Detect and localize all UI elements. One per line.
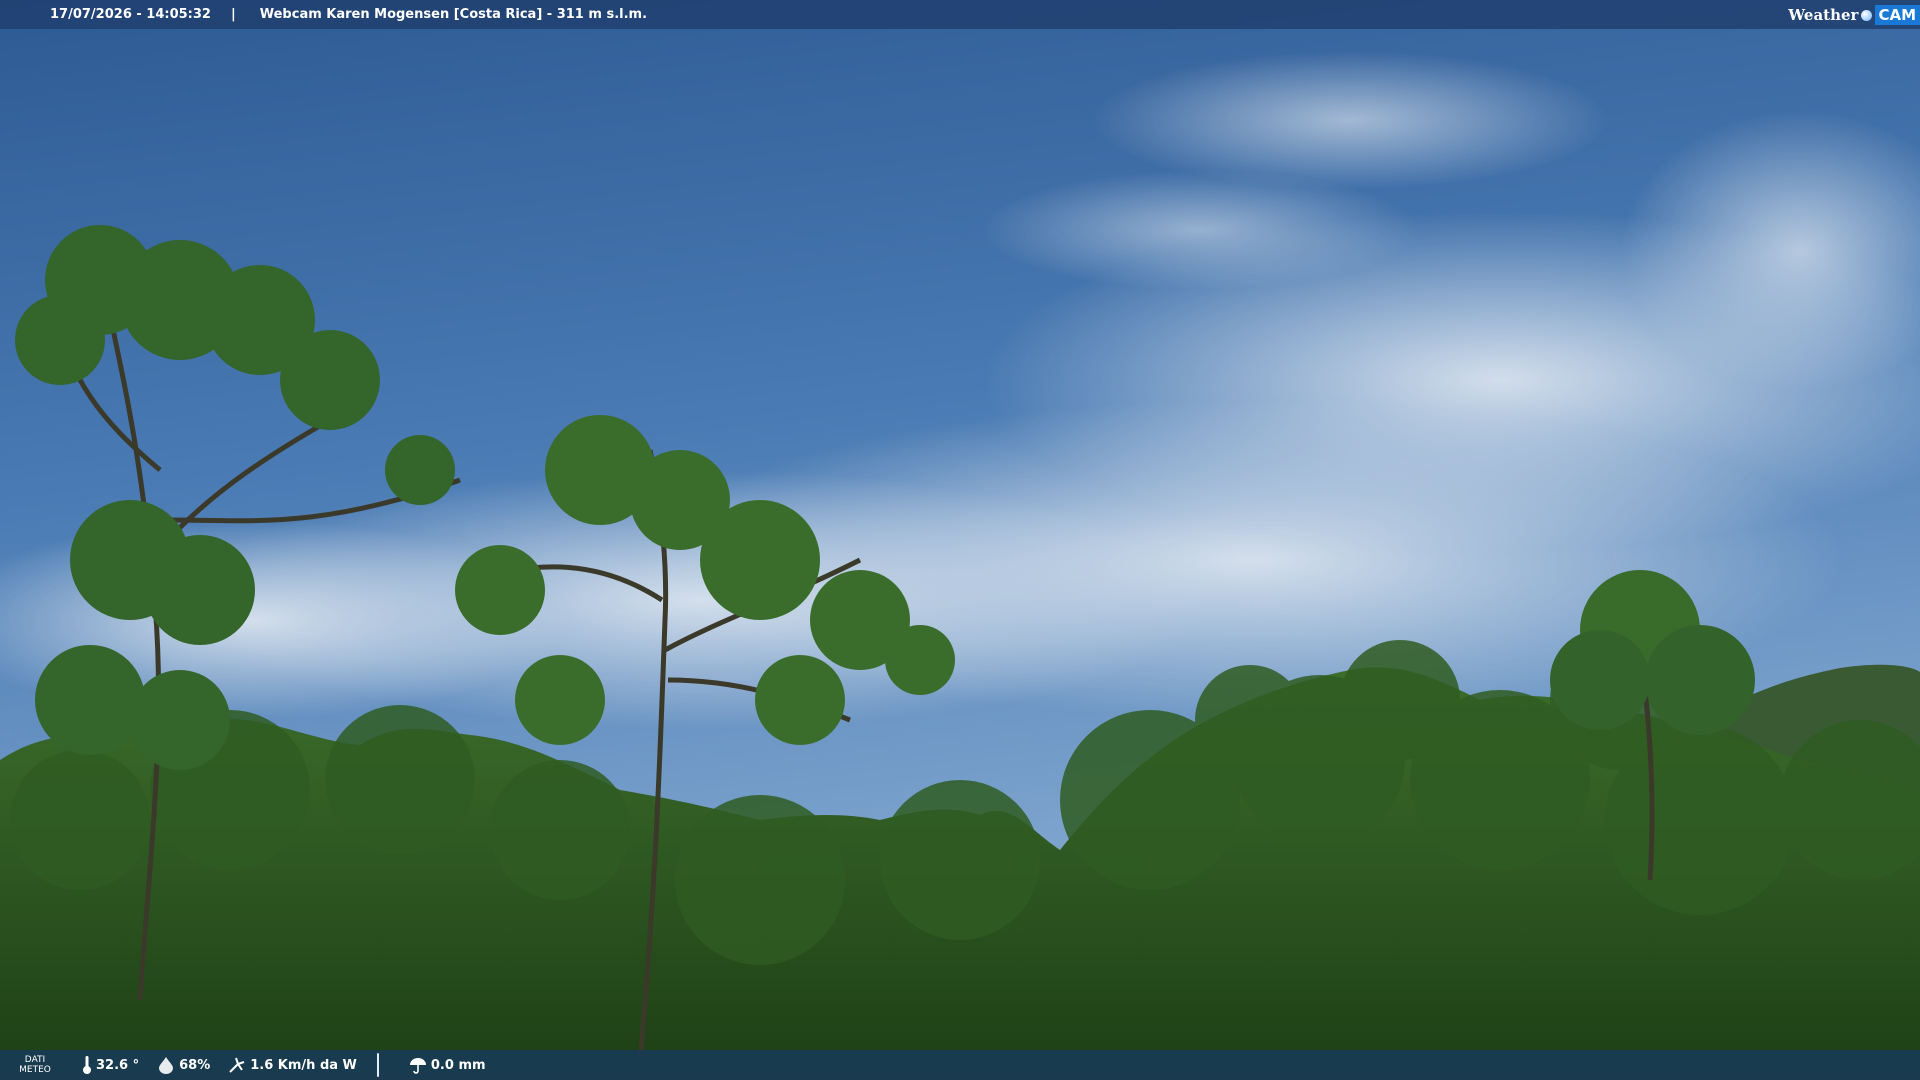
webcam-location: Webcam Karen Mogensen [Costa Rica] - 311…	[259, 7, 648, 22]
temperature-reading: 32.6 °	[82, 1055, 139, 1075]
separator: |	[230, 7, 236, 22]
rain-reading: 0.0 mm	[409, 1056, 486, 1074]
rain-icon	[409, 1058, 426, 1074]
temperature-value: 32.6 °	[96, 1057, 140, 1073]
brand-dot-icon	[1861, 9, 1873, 21]
wind-icon	[229, 1057, 245, 1073]
divider	[376, 1053, 379, 1077]
wind-value: 1.6 Km/h da W	[250, 1057, 357, 1073]
timestamp: 17/07/2026 - 14:05:32	[50, 7, 211, 22]
brand-weather-text: Weather	[1788, 6, 1859, 24]
landscape-svg	[0, 0, 1920, 1080]
rain-value: 0.0 mm	[430, 1057, 486, 1073]
weathercam-logo: Weather CAM	[1788, 3, 1920, 27]
label-line1: DATI	[24, 1055, 46, 1065]
label-line2: METEO	[19, 1065, 51, 1075]
thermometer-icon	[83, 1056, 91, 1074]
humidity-reading: 68%	[157, 1056, 210, 1074]
humidity-drop-icon	[159, 1057, 174, 1074]
weather-data-label: DATI METEO	[0, 1055, 70, 1075]
weather-data-bar: DATI METEO 32.6 ° 68% 1.6 Km/h da W 0.0 …	[0, 1050, 1920, 1080]
brand-cam-text: CAM	[1875, 5, 1920, 25]
humidity-value: 68%	[179, 1057, 211, 1073]
webcam-image	[0, 0, 1920, 1080]
top-overlay-bar: 17/07/2026 - 14:05:32 | Webcam Karen Mog…	[0, 0, 1920, 29]
wind-reading: 1.6 Km/h da W	[228, 1056, 357, 1074]
